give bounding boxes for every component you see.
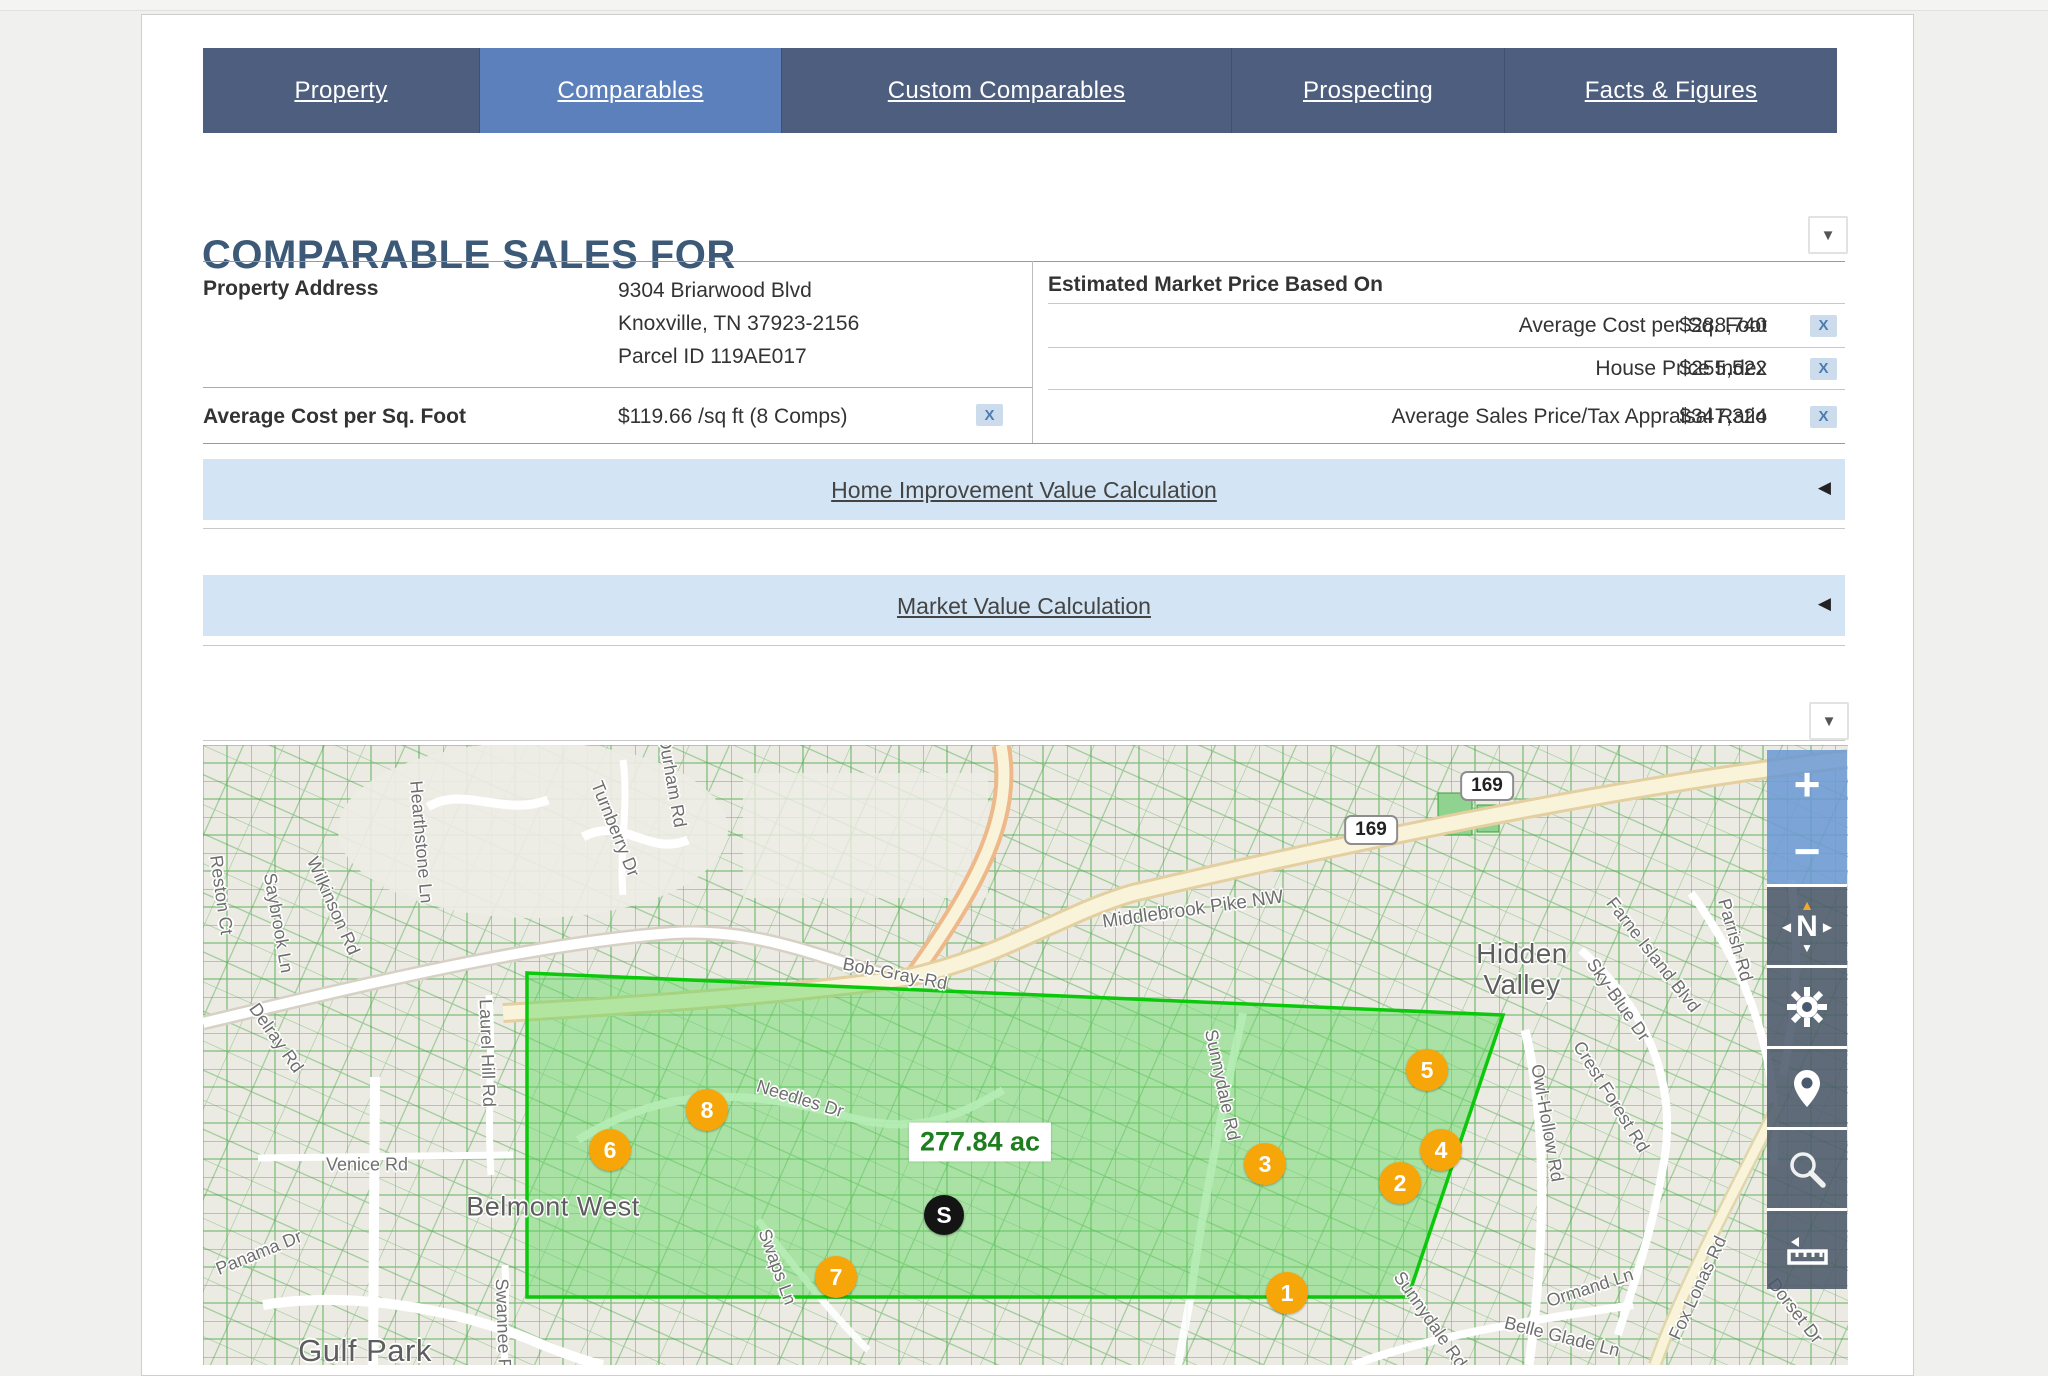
road-label: Laurel Hill Rd: [475, 999, 500, 1108]
home-improvement-label: Home Improvement Value Calculation: [203, 477, 1845, 504]
home-improvement-section-toggle[interactable]: Home Improvement Value Calculation ◀: [203, 459, 1845, 520]
highway-shield: 169: [1460, 771, 1514, 801]
property-address-value: 9304 Briarwood BlvdKnoxville, TN 37923-2…: [618, 274, 859, 373]
compass-icon: ▲ ◀N▶ ▼: [1782, 898, 1832, 954]
place-label: Hidden Valley: [1442, 939, 1602, 1001]
property-address-label: Property Address: [203, 277, 378, 301]
tab-prospecting[interactable]: Prospecting: [1232, 48, 1505, 133]
property-summary-table: Property Address 9304 Briarwood BlvdKnox…: [203, 261, 1032, 387]
average-cost-row: Average Cost per Sq. Foot $119.66 /sq ft…: [203, 387, 1032, 443]
place-label: Belmont West: [466, 1192, 640, 1223]
address-line: 9304 Briarwood Blvd: [618, 274, 859, 307]
property-address-row: Property Address 9304 Briarwood BlvdKnox…: [203, 261, 1032, 387]
main-tab-bar: Property Comparables Custom Comparables Pro…: [203, 48, 1837, 133]
zoom-out-button[interactable]: −: [1767, 828, 1847, 874]
divider: [203, 645, 1845, 646]
estimated-row-value: $347,324: [1679, 405, 1767, 429]
comp-marker-8[interactable]: 8: [686, 1089, 728, 1131]
address-line: Parcel ID 119AE017: [618, 340, 859, 373]
measure-button[interactable]: [1767, 1208, 1847, 1289]
tab-label: Property: [294, 77, 387, 105]
estimated-rows: Average Cost per Sq. Foot$288,740XHouse …: [1048, 303, 1845, 443]
tab-label: Comparables: [557, 77, 703, 105]
remove-estimate-button[interactable]: X: [1810, 406, 1837, 428]
road-label: Swannee Rd: [491, 1278, 516, 1365]
estimated-header: Estimated Market Price Based On: [1048, 261, 1845, 303]
average-cost-value: $119.66 /sq ft (8 Comps): [618, 405, 848, 429]
estimated-market-price-table: Estimated Market Price Based On Average …: [1048, 261, 1845, 443]
tab-comparables[interactable]: Comparables: [480, 48, 782, 133]
remove-estimate-button[interactable]: X: [1810, 315, 1837, 337]
highway-shield: 169: [1344, 815, 1398, 845]
tab-label: Facts & Figures: [1585, 77, 1758, 105]
zoom-control: + −: [1767, 750, 1847, 884]
ruler-icon: [1784, 1230, 1830, 1270]
tab-label: Custom Comparables: [888, 77, 1126, 105]
place-label: Gulf Park: [298, 1333, 432, 1365]
collapse-map-button[interactable]: ▼: [1809, 702, 1849, 740]
map-search-button[interactable]: [1767, 1127, 1847, 1208]
area-size-label: 277.84 ac: [909, 1123, 1051, 1162]
estimated-row: Average Cost per Sq. Foot$288,740X: [1048, 303, 1845, 347]
compass-control[interactable]: ▲ ◀N▶ ▼: [1767, 884, 1847, 965]
collapse-summary-button[interactable]: ▼: [1808, 216, 1848, 254]
collapse-left-icon: ◀: [1818, 478, 1831, 498]
tab-custom-comparables[interactable]: Custom Comparables: [782, 48, 1232, 133]
subject-property-marker[interactable]: S: [924, 1195, 964, 1235]
comp-marker-3[interactable]: 3: [1244, 1143, 1286, 1185]
road-label: Venice Rd: [326, 1155, 408, 1176]
tab-label: Prospecting: [1303, 77, 1433, 105]
browser-chrome-strip: [0, 0, 2048, 11]
comparable-sales-page: Property Comparables Custom Comparables Pro…: [0, 0, 2048, 1365]
map-settings-button[interactable]: [1767, 965, 1847, 1046]
tab-facts-figures[interactable]: Facts & Figures: [1505, 48, 1837, 133]
chevron-down-icon: ▼: [1822, 713, 1837, 730]
remove-average-cost-button[interactable]: X: [976, 404, 1003, 426]
divider: [1032, 261, 1033, 443]
estimated-row: Average Sales Price/Tax Appraisal Ratio$…: [1048, 389, 1845, 443]
comp-marker-1[interactable]: 1: [1266, 1272, 1308, 1314]
location-pin-button[interactable]: [1767, 1046, 1847, 1127]
divider: [203, 443, 1845, 444]
comparables-map[interactable]: Middlebrook Pike NWBob-Gray-RdSky-Blue D…: [203, 745, 1848, 1365]
location-pin-icon: [1787, 1067, 1827, 1109]
comp-marker-4[interactable]: 4: [1420, 1129, 1462, 1171]
market-value-label: Market Value Calculation: [203, 593, 1845, 620]
address-line: Knoxville, TN 37923-2156: [618, 307, 859, 340]
divider: [203, 740, 1845, 741]
search-icon: [1786, 1148, 1828, 1190]
chevron-down-icon: ▼: [1821, 227, 1836, 244]
estimated-row-value: $288,740: [1679, 314, 1767, 338]
estimated-row: House Price Index$255,522X: [1048, 347, 1845, 389]
divider: [203, 528, 1845, 529]
collapse-left-icon: ◀: [1818, 594, 1831, 614]
comp-marker-5[interactable]: 5: [1406, 1049, 1448, 1091]
gear-icon: [1785, 985, 1829, 1029]
tab-property[interactable]: Property: [203, 48, 480, 133]
comp-marker-6[interactable]: 6: [589, 1129, 631, 1171]
market-value-section-toggle[interactable]: Market Value Calculation ◀: [203, 575, 1845, 636]
map-controls: + − ▲ ◀N▶ ▼: [1767, 750, 1847, 1289]
estimated-row-value: $255,522: [1679, 357, 1767, 381]
comp-marker-2[interactable]: 2: [1379, 1162, 1421, 1204]
remove-estimate-button[interactable]: X: [1810, 358, 1837, 380]
comp-marker-7[interactable]: 7: [815, 1256, 857, 1298]
average-cost-label: Average Cost per Sq. Foot: [203, 405, 466, 429]
zoom-in-button[interactable]: +: [1767, 761, 1847, 807]
